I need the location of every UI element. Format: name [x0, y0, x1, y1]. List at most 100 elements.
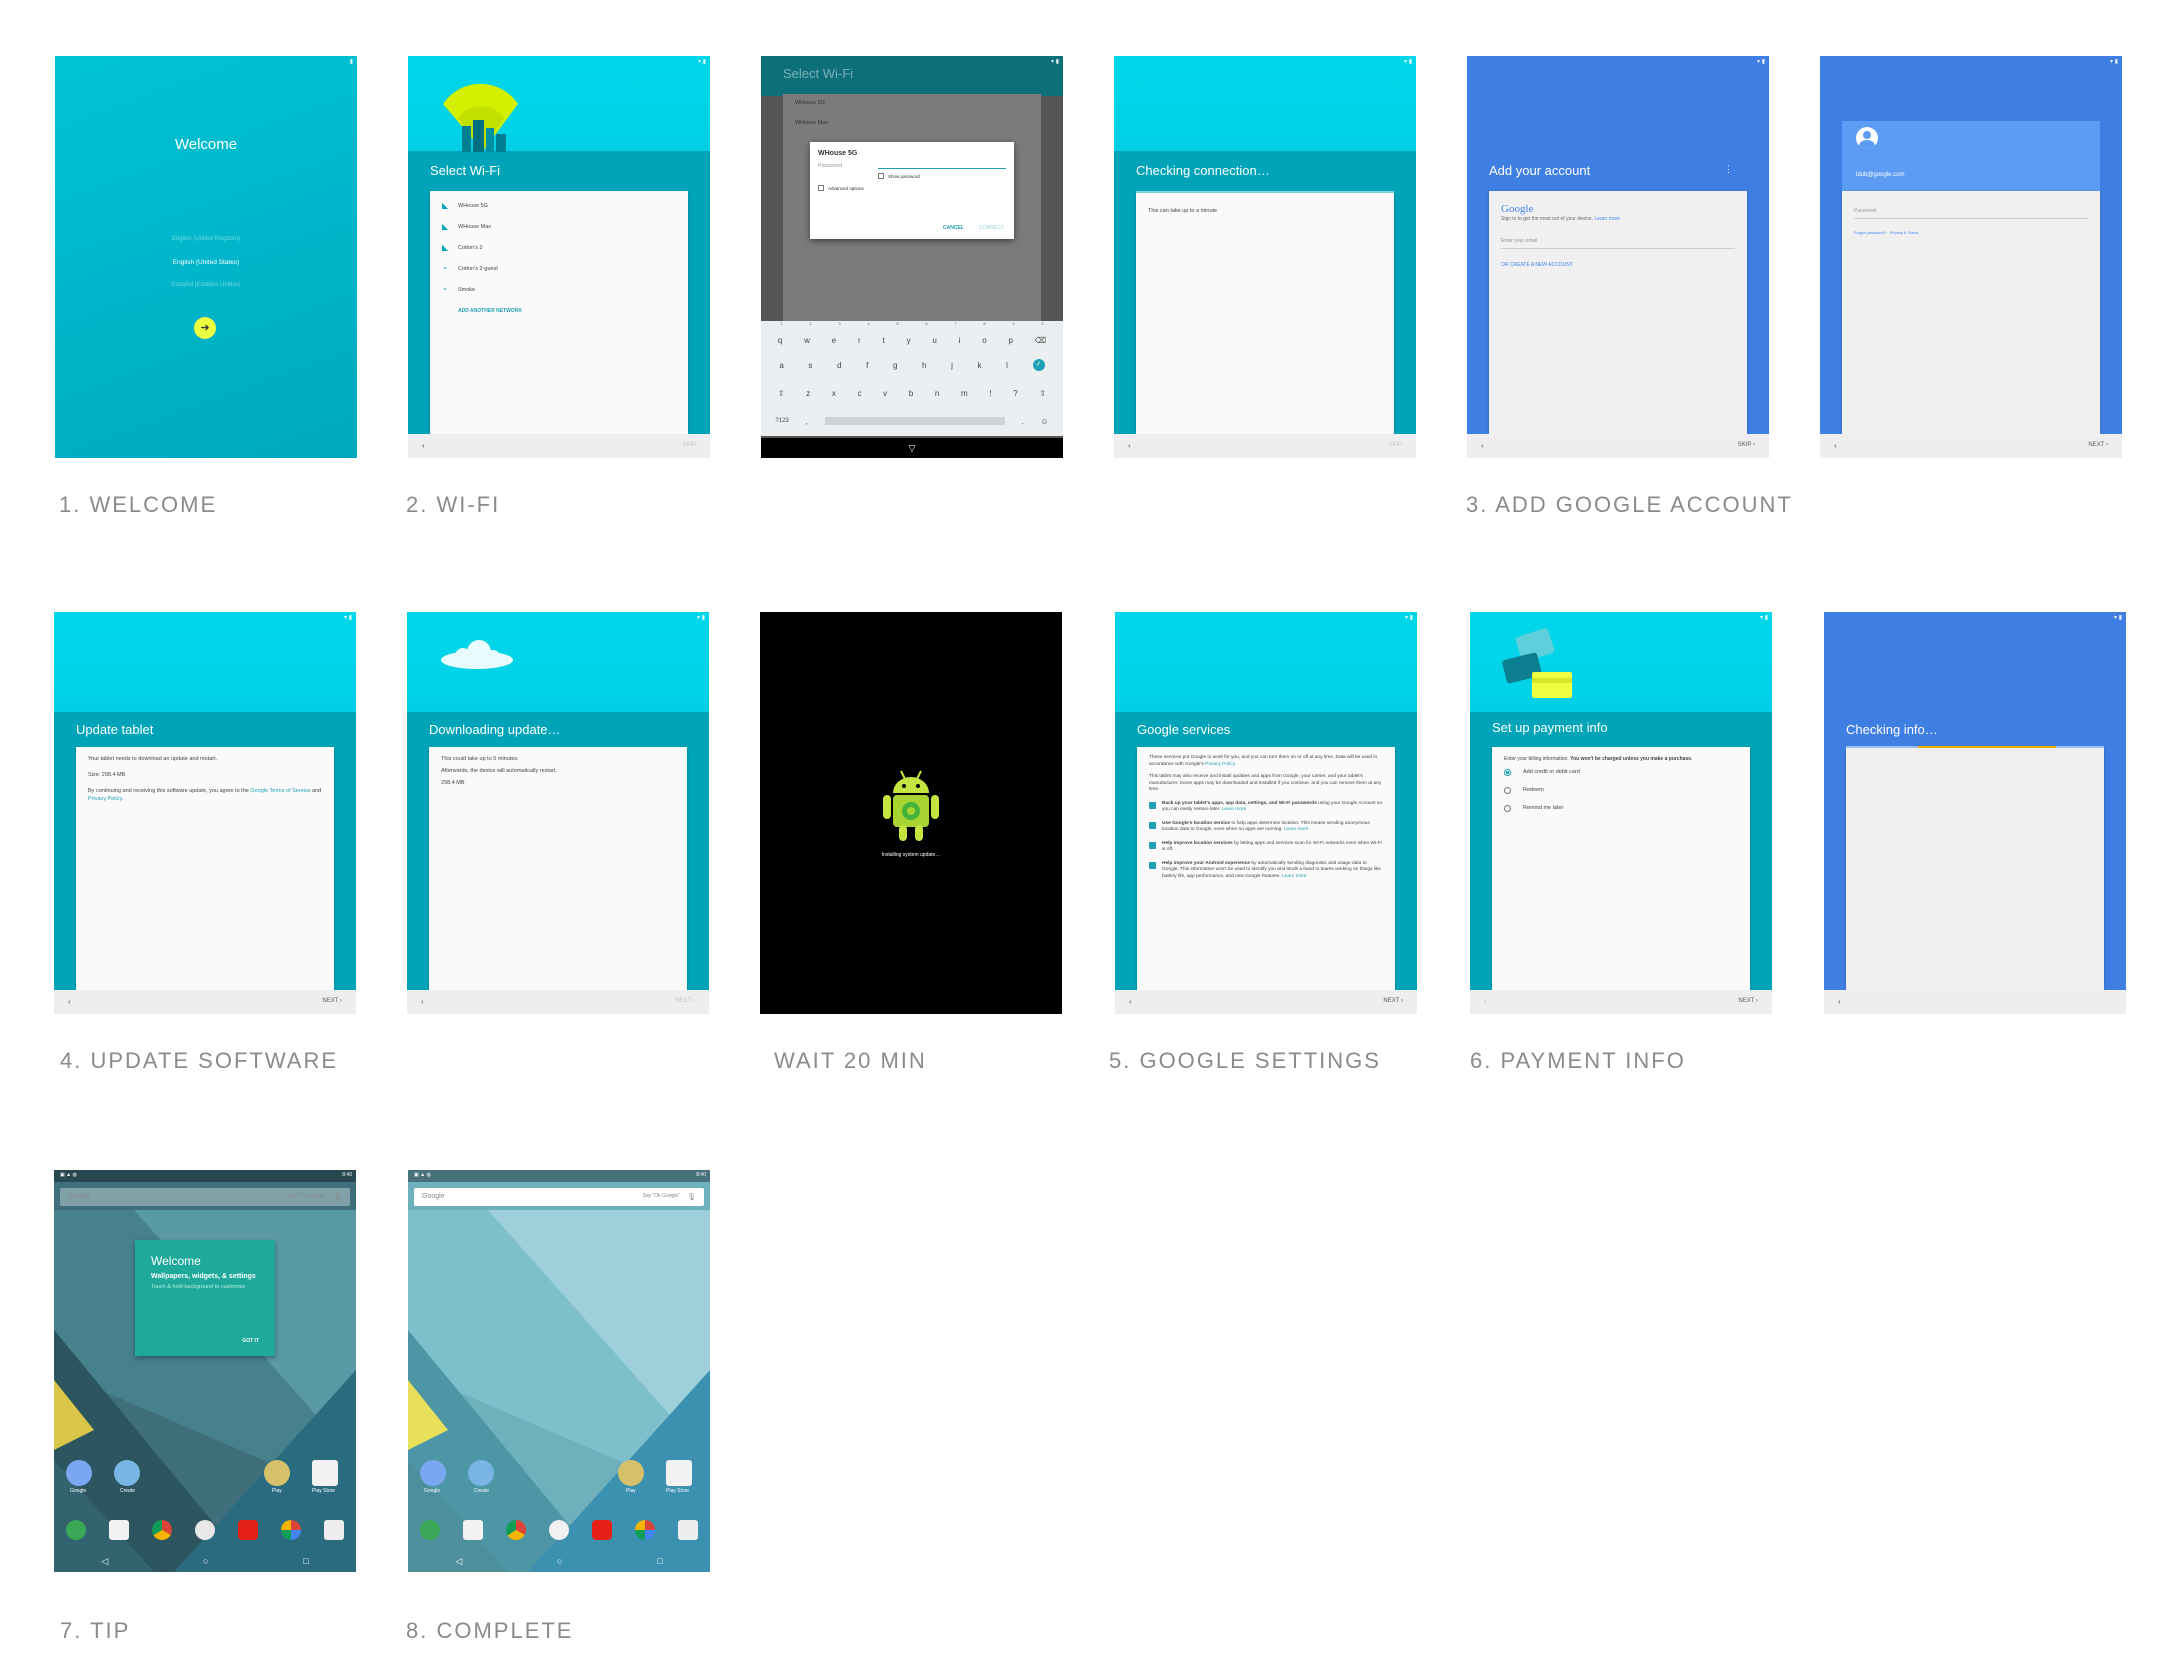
language-option[interactable]: English (United Kingdom)	[55, 236, 357, 242]
google-search-bar[interactable]: Google Say "Ok Google" 🎙	[414, 1188, 704, 1206]
keyboard-key[interactable]: g	[893, 361, 897, 370]
photos-icon[interactable]	[635, 1520, 656, 1540]
forgot-password-link[interactable]: Forgot password?	[1854, 230, 1886, 235]
password-input[interactable]: Password	[818, 163, 1006, 169]
email-input[interactable]: Enter your email	[1501, 237, 1735, 249]
learn-more-link[interactable]: Learn more	[1594, 216, 1620, 222]
back-down-icon[interactable]: ▽	[909, 443, 916, 453]
photos-icon[interactable]	[281, 1520, 302, 1540]
next-button[interactable]: NEXT ›	[675, 998, 695, 1004]
back-icon[interactable]: ‹	[421, 997, 424, 1006]
keyboard-key[interactable]: z	[806, 389, 810, 398]
keyboard-key[interactable]: e	[832, 336, 836, 345]
play-store-icon[interactable]	[666, 1460, 692, 1486]
language-option-selected[interactable]: English (United States)	[55, 259, 357, 266]
camera-icon[interactable]	[324, 1520, 345, 1540]
camera-icon[interactable]	[678, 1520, 699, 1540]
privacy-link[interactable]: Privacy Policy.	[88, 796, 123, 802]
recents-square-icon[interactable]: □	[303, 1556, 308, 1566]
home-circle-icon[interactable]: ○	[203, 1556, 208, 1566]
back-icon[interactable]: ‹	[1481, 441, 1484, 450]
keyboard-key[interactable]: o	[982, 336, 986, 345]
got-it-button[interactable]: GOT IT	[242, 1338, 259, 1344]
keyboard-key[interactable]: i	[959, 336, 961, 345]
service-option[interactable]: Back up your tablet's apps, app data, se…	[1149, 801, 1383, 814]
keyboard-key[interactable]: c	[858, 389, 862, 398]
cancel-button[interactable]: CANCEL	[943, 225, 964, 231]
keyboard-key[interactable]: l	[1006, 361, 1008, 370]
keyboard-key[interactable]: ?	[1013, 389, 1017, 398]
skip-button[interactable]: SKIP ›	[1738, 442, 1755, 448]
terms-link[interactable]: Google Terms of Service	[250, 788, 310, 794]
service-option[interactable]: Help improve location services by lettin…	[1149, 841, 1383, 854]
shift-key-icon[interactable]: ⇧	[1039, 389, 1046, 398]
chrome-icon[interactable]	[151, 1520, 172, 1540]
keyboard-key[interactable]: w	[804, 336, 810, 345]
keyboard-key[interactable]: k	[978, 361, 982, 370]
keyboard-key[interactable]: q	[778, 336, 782, 345]
keyboard-key[interactable]: s	[808, 361, 812, 370]
wifi-network[interactable]: ◣ WHouse Max	[442, 216, 676, 237]
back-icon[interactable]: ‹	[422, 441, 425, 450]
back-icon[interactable]: ‹	[1128, 441, 1131, 450]
youtube-icon[interactable]	[592, 1520, 613, 1540]
skip-button[interactable]: SKIP	[1388, 442, 1402, 448]
payment-option[interactable]: Add credit or debit card	[1504, 763, 1738, 781]
language-option[interactable]: Español (Estados Unidos)	[55, 282, 357, 288]
play-store-icon[interactable]	[312, 1460, 338, 1486]
service-option[interactable]: Help improve your Android experience by …	[1149, 861, 1383, 881]
gmail-icon[interactable]	[462, 1520, 483, 1540]
recents-square-icon[interactable]: □	[657, 1556, 662, 1566]
keyboard-key[interactable]: t	[883, 336, 885, 345]
next-button[interactable]: NEXT ›	[1383, 998, 1403, 1004]
google-search-bar[interactable]: Google Say "Ok Google" 🎙	[60, 1188, 350, 1206]
privacy-link[interactable]: Privacy Policy.	[1205, 762, 1236, 767]
payment-option[interactable]: Remind me later	[1504, 799, 1738, 817]
keyboard-key[interactable]: !	[989, 389, 991, 398]
play-app-icon[interactable]	[264, 1460, 290, 1486]
comma-key[interactable]: ,	[806, 417, 808, 426]
hangouts-icon[interactable]	[65, 1520, 86, 1540]
wifi-network[interactable]: ◣ Cotton's 2	[442, 237, 676, 258]
create-app-icon[interactable]	[114, 1460, 140, 1486]
back-icon[interactable]: ‹	[1838, 997, 1841, 1006]
wifi-network[interactable]: ◔ Smoke	[442, 279, 676, 300]
next-button[interactable]: NEXT ›	[1738, 998, 1758, 1004]
keyboard-key[interactable]: p	[1009, 336, 1013, 345]
create-app-icon[interactable]	[468, 1460, 494, 1486]
keyboard-key[interactable]: d	[837, 361, 841, 370]
keyboard-key[interactable]: u	[932, 336, 936, 345]
wifi-network[interactable]: ◣ WHouse 5G	[442, 195, 676, 216]
payment-option[interactable]: Redeem	[1504, 781, 1738, 799]
google-app-icon[interactable]	[420, 1460, 446, 1486]
chrome-icon[interactable]	[505, 1520, 526, 1540]
back-icon[interactable]: ‹	[1834, 441, 1837, 450]
youtube-icon[interactable]	[238, 1520, 259, 1540]
create-account-link[interactable]: OR CREATE A NEW ACCOUNT	[1501, 261, 1735, 269]
keyboard-key[interactable]: v	[883, 389, 887, 398]
show-password-checkbox[interactable]: Show password	[878, 173, 1006, 179]
back-triangle-icon[interactable]: ◁	[455, 1556, 462, 1567]
back-icon[interactable]: ‹	[1484, 997, 1487, 1006]
start-button[interactable]: ➜	[194, 317, 216, 339]
shift-key-icon[interactable]: ⇧	[778, 389, 785, 398]
keyboard-key[interactable]: h	[922, 361, 926, 370]
space-key[interactable]	[824, 417, 1005, 425]
keyboard-key[interactable]: m	[961, 389, 968, 398]
wifi-network[interactable]: ◔ Cotton's 2-guest	[442, 258, 676, 279]
backspace-key-icon[interactable]: ⌫	[1035, 336, 1046, 345]
app-drawer-icon[interactable]	[548, 1520, 569, 1540]
keyboard-key[interactable]: y	[907, 336, 911, 345]
period-key[interactable]: .	[1021, 417, 1023, 426]
next-button[interactable]: NEXT ›	[2088, 442, 2108, 448]
add-network-link[interactable]: ADD ANOTHER NETWORK	[442, 300, 676, 321]
hangouts-icon[interactable]	[419, 1520, 440, 1540]
back-triangle-icon[interactable]: ◁	[101, 1556, 108, 1567]
service-option[interactable]: Use Google's location service to help ap…	[1149, 821, 1383, 834]
next-button[interactable]: NEXT ›	[322, 998, 342, 1004]
keyboard-key[interactable]: j	[951, 361, 953, 370]
password-input[interactable]: Password	[1854, 207, 2088, 219]
privacy-terms-link[interactable]: Privacy & Terms	[1890, 230, 1919, 235]
gmail-icon[interactable]	[108, 1520, 129, 1540]
mic-icon[interactable]: 🎙	[333, 1193, 342, 1201]
